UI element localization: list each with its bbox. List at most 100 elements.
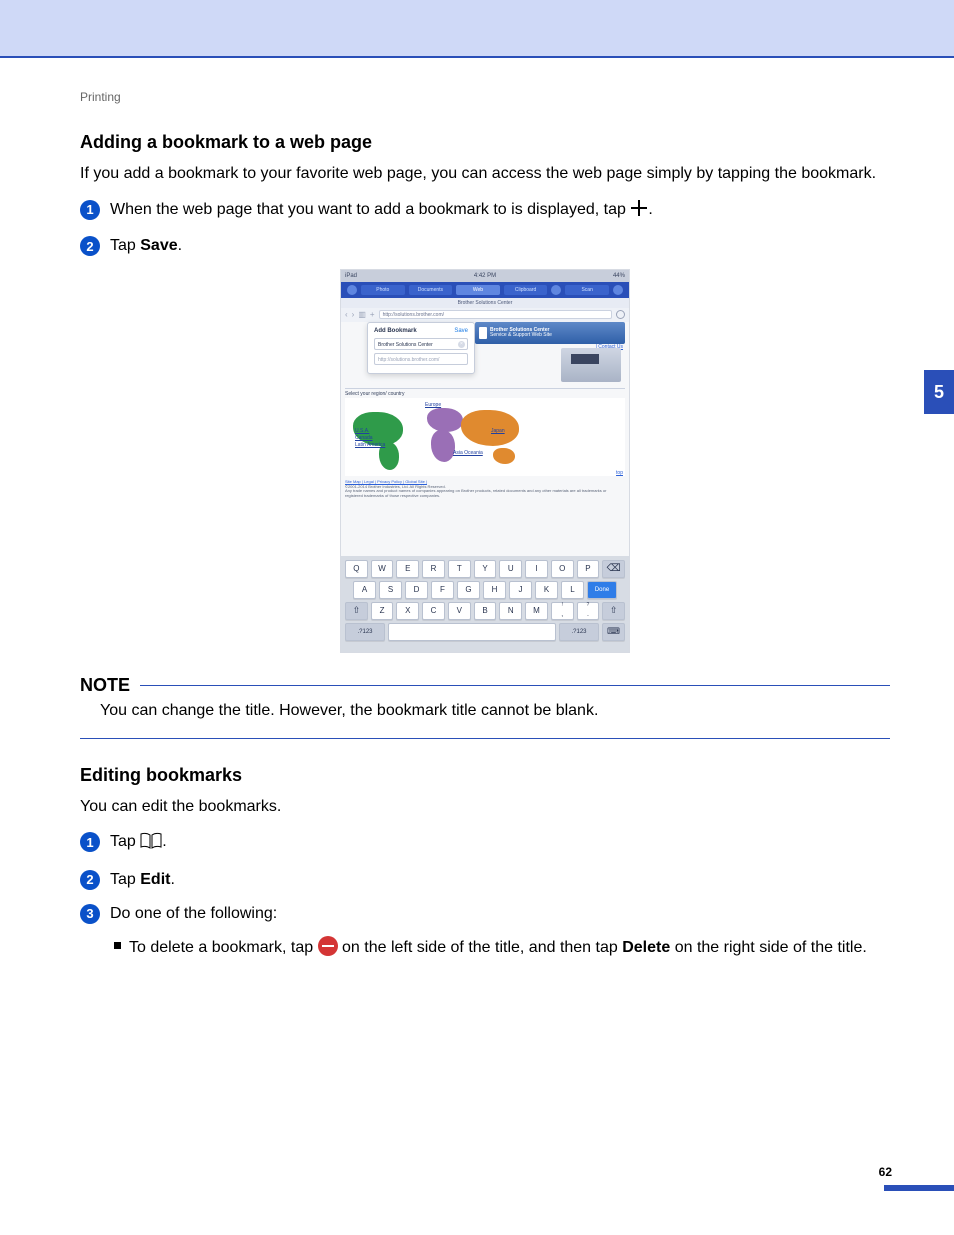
tab-scan[interactable]: Scan bbox=[565, 285, 609, 295]
key-numbers[interactable]: .?123 bbox=[345, 623, 385, 641]
heading-edit-bookmarks: Editing bookmarks bbox=[80, 765, 890, 786]
tab-web[interactable]: Web bbox=[456, 285, 500, 295]
key-h[interactable]: H bbox=[483, 581, 506, 599]
map-oceania[interactable] bbox=[493, 448, 515, 464]
bullet-post: on the right side of the title. bbox=[670, 939, 867, 956]
bookmark-url-field[interactable]: http://solutions.brother.com/ bbox=[374, 353, 468, 365]
key-u[interactable]: U bbox=[499, 560, 522, 578]
key-numbers-right[interactable]: .?123 bbox=[559, 623, 599, 641]
key-k[interactable]: K bbox=[535, 581, 558, 599]
key-t[interactable]: T bbox=[448, 560, 471, 578]
key-f[interactable]: F bbox=[431, 581, 454, 599]
map-label-usa[interactable]: U.S.A. bbox=[355, 428, 369, 434]
map-label-latam[interactable]: Latin America bbox=[355, 442, 385, 448]
key-comma[interactable]: !, bbox=[551, 602, 574, 620]
step-number-2: 2 bbox=[80, 236, 100, 256]
forward-icon[interactable]: › bbox=[352, 310, 355, 319]
key-c[interactable]: C bbox=[422, 602, 445, 620]
bookmarks-icon[interactable]: ▥ bbox=[358, 310, 366, 319]
printer-image bbox=[561, 348, 621, 382]
key-a[interactable]: A bbox=[353, 581, 376, 599]
step-number-1: 1 bbox=[80, 200, 100, 220]
breadcrumb: Printing bbox=[80, 90, 890, 104]
map-label-europe[interactable]: Europe bbox=[425, 402, 441, 408]
clear-icon[interactable]: × bbox=[458, 341, 465, 348]
map-label-japan[interactable]: Japan bbox=[491, 428, 505, 434]
bookmark-title-field[interactable]: Brother Solutions Center × bbox=[374, 338, 468, 350]
key-b[interactable]: B bbox=[474, 602, 497, 620]
intro-add-bookmark: If you add a bookmark to your favorite w… bbox=[80, 163, 890, 185]
key-g[interactable]: G bbox=[457, 581, 480, 599]
key-e[interactable]: E bbox=[396, 560, 419, 578]
key-period[interactable]: ?. bbox=[577, 602, 600, 620]
key-shift-right-icon[interactable]: ⇧ bbox=[602, 602, 625, 620]
footer-stripe bbox=[884, 1185, 954, 1191]
key-d[interactable]: D bbox=[405, 581, 428, 599]
back-icon[interactable]: ‹ bbox=[345, 310, 348, 319]
world-map: U.S.A. Canada Latin America Europe Japan… bbox=[345, 398, 625, 476]
key-done[interactable]: Done bbox=[587, 581, 617, 599]
url-field[interactable]: http://solutions.brother.com/ bbox=[379, 310, 612, 319]
key-y[interactable]: Y bbox=[474, 560, 497, 578]
settings-icon[interactable] bbox=[613, 285, 623, 295]
note-label: NOTE bbox=[80, 675, 130, 696]
ipad-status-bar: iPad 4:42 PM 44% bbox=[341, 270, 629, 282]
refresh-icon[interactable] bbox=[616, 310, 625, 319]
key-space[interactable] bbox=[388, 623, 556, 641]
key-hide-keyboard-icon[interactable]: ⌨ bbox=[602, 623, 625, 641]
key-r[interactable]: R bbox=[422, 560, 445, 578]
key-s[interactable]: S bbox=[379, 581, 402, 599]
note-rule-top bbox=[140, 685, 890, 686]
key-p[interactable]: P bbox=[577, 560, 600, 578]
key-l[interactable]: L bbox=[561, 581, 584, 599]
key-x[interactable]: X bbox=[396, 602, 419, 620]
key-shift-icon[interactable]: ⇧ bbox=[345, 602, 368, 620]
heading-add-bookmark: Adding a bookmark to a web page bbox=[80, 132, 890, 153]
page-footer-text: Site Map | Legal | Privacy Policy | Glob… bbox=[345, 480, 625, 499]
key-n[interactable]: N bbox=[499, 602, 522, 620]
page-number: 62 bbox=[879, 1165, 892, 1179]
map-europe[interactable] bbox=[427, 408, 463, 432]
key-j[interactable]: J bbox=[509, 581, 532, 599]
add-icon[interactable]: + bbox=[370, 310, 375, 319]
key-i[interactable]: I bbox=[525, 560, 548, 578]
key-q[interactable]: Q bbox=[345, 560, 368, 578]
bsc-banner: Brother Solutions Center Service & Suppo… bbox=[475, 322, 625, 344]
map-label-asia[interactable]: Asia Oceania bbox=[453, 450, 483, 456]
key-backspace-icon[interactable]: ⌫ bbox=[602, 560, 625, 578]
edit-step-3: 3 Do one of the following: bbox=[80, 903, 890, 925]
step1-text-post: . bbox=[648, 201, 652, 218]
save-button[interactable]: Save bbox=[454, 328, 468, 334]
url-bar: ‹ › ▥ + http://solutions.brother.com/ bbox=[341, 308, 629, 322]
minus-circle-icon bbox=[318, 936, 338, 956]
key-z[interactable]: Z bbox=[371, 602, 394, 620]
top-link[interactable]: top bbox=[616, 470, 623, 476]
map-asia[interactable] bbox=[461, 410, 519, 446]
tab-documents[interactable]: Documents bbox=[409, 285, 453, 295]
key-v[interactable]: V bbox=[448, 602, 471, 620]
tab-clipboard[interactable]: Clipboard bbox=[504, 285, 548, 295]
bullet-delete: To delete a bookmark, tap on the left si… bbox=[114, 936, 890, 959]
bsc-sub: Service & Support Web Site bbox=[490, 332, 552, 338]
edit-step-1: 1 Tap . bbox=[80, 831, 890, 857]
note-body: You can change the title. However, the b… bbox=[80, 702, 890, 730]
step2-text-post: . bbox=[178, 237, 182, 254]
kbd-row-2: ASDFGHJKLDone bbox=[345, 581, 625, 599]
key-w[interactable]: W bbox=[371, 560, 394, 578]
note-rule-bottom bbox=[80, 738, 890, 739]
header-rule bbox=[0, 56, 954, 58]
key-o[interactable]: O bbox=[551, 560, 574, 578]
printer-icon[interactable] bbox=[551, 285, 561, 295]
bullet-mid: on the left side of the title, and then … bbox=[342, 939, 622, 956]
step1-text-pre: When the web page that you want to add a… bbox=[110, 201, 630, 218]
map-label-canada[interactable]: Canada bbox=[355, 435, 373, 441]
step2-text-bold: Save bbox=[140, 237, 177, 254]
tab-photo[interactable]: Photo bbox=[361, 285, 405, 295]
note-block: NOTE You can change the title. However, … bbox=[80, 675, 890, 739]
key-m[interactable]: M bbox=[525, 602, 548, 620]
bullet-square-icon bbox=[114, 942, 121, 949]
map-africa[interactable] bbox=[431, 430, 455, 462]
kbd-row-4: .?123 .?123 ⌨ bbox=[345, 623, 625, 641]
edit-step-number-1: 1 bbox=[80, 832, 100, 852]
home-icon[interactable] bbox=[347, 285, 357, 295]
